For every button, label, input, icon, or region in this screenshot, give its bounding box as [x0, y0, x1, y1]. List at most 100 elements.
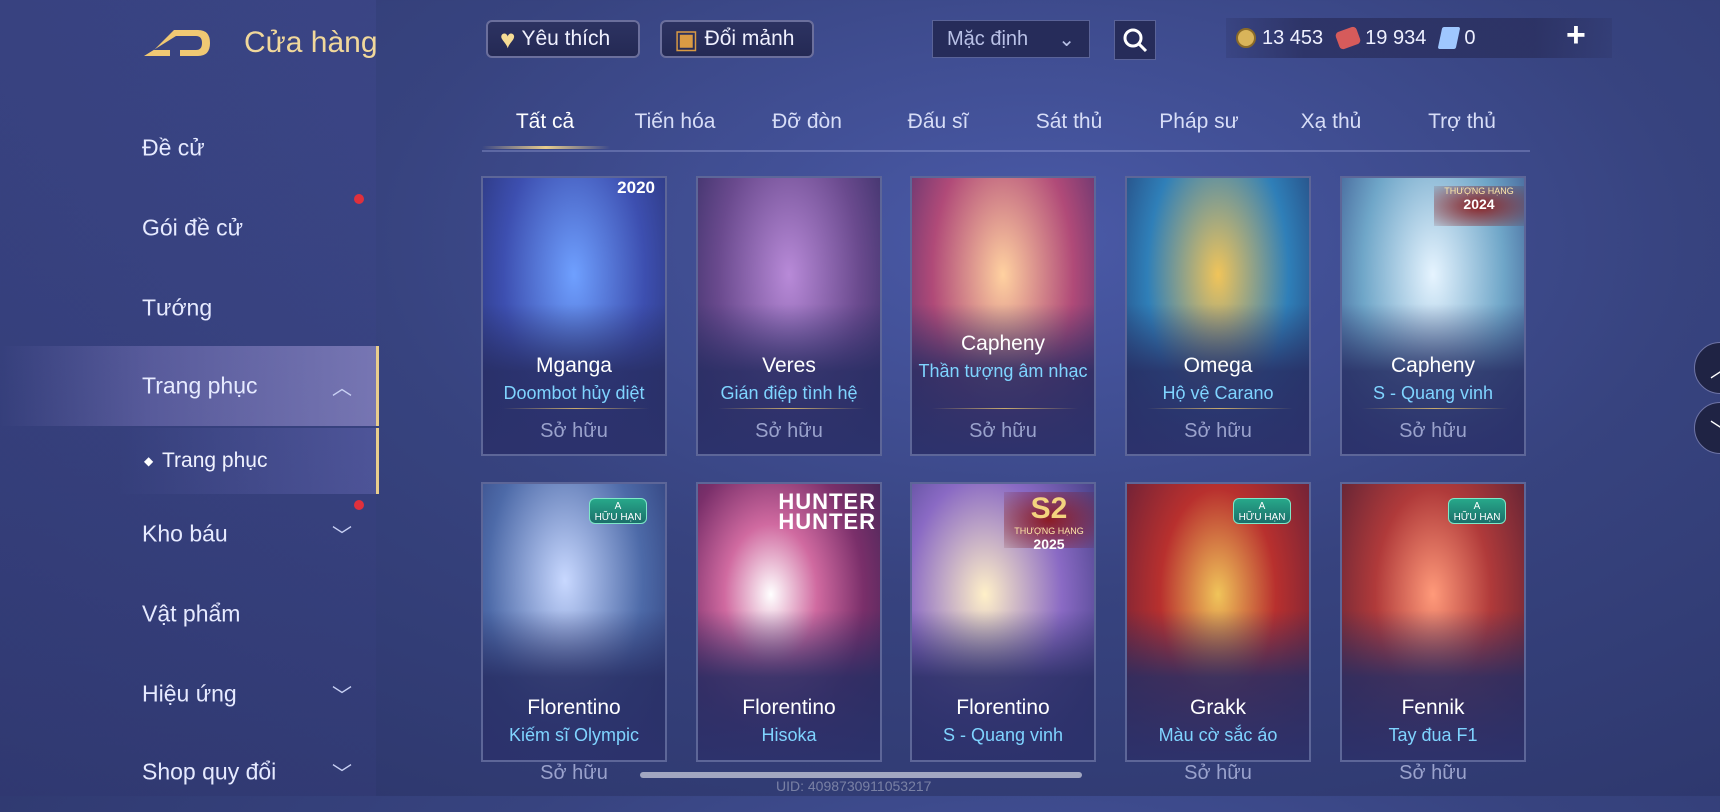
sidebar-item-trang-phuc[interactable]: Trang phục ︿ — [0, 346, 379, 426]
sidebar-item-vat-pham[interactable]: Vật phẩm — [0, 574, 376, 654]
skin-card[interactable]: Omega Hộ vệ Carano Sở hữu — [1125, 176, 1311, 456]
owned-status: Sở hữu — [1399, 420, 1467, 442]
hero-name: Grakk — [1189, 696, 1246, 719]
sidebar-item-hieu-ung[interactable]: Hiệu ứng ﹀ — [0, 654, 376, 734]
hero-name: Florentino — [527, 696, 621, 719]
sidebar-item-label: Vật phẩm — [142, 600, 241, 627]
hero-name: Florentino — [742, 696, 836, 719]
skin-card[interactable]: THƯỢNG HẠNG 2024 Capheny S - Quang vinh … — [1340, 176, 1526, 456]
tab-sat-thu[interactable]: Sát thủ — [1036, 110, 1103, 134]
badge-grade: A — [1473, 501, 1481, 512]
divider — [503, 408, 649, 409]
sort-dropdown[interactable]: Mặc định ⌄ — [932, 20, 1090, 58]
gold-value: 13 453 — [1262, 26, 1324, 49]
skin-card[interactable]: Veres Gián điệp tình hệ Sở hữu — [696, 176, 882, 456]
sort-value: Mặc định — [947, 27, 1029, 50]
sidebar-item-label: Trang phục — [142, 372, 258, 399]
season-badge-year: 2025 — [1033, 536, 1065, 552]
tab-do-don[interactable]: Đỡ đòn — [772, 110, 842, 134]
badge-grade: A — [1258, 501, 1266, 512]
tab-tro-thu[interactable]: Trợ thủ — [1428, 110, 1496, 134]
voucher-value: 19 934 — [1365, 26, 1427, 49]
skin-card[interactable]: 2020 Mganga Doombot hủy diệt Sở hữu — [481, 176, 667, 456]
skin-name: Gián điệp tình hệ — [720, 383, 858, 403]
skin-name: S - Quang vinh — [942, 725, 1064, 745]
skin-card[interactable]: A HỮU HẠN Florentino Kiếm sĩ Olympic — [481, 482, 667, 762]
hero-name: Capheny — [960, 332, 1046, 355]
skin-card[interactable]: S2 THƯỢNG HẠNG 2025 Florentino S - Quang… — [910, 482, 1096, 762]
sidebar-subitem-label: Trang phục — [162, 449, 268, 472]
sidebar-item-label: Gói đề cử — [142, 214, 244, 241]
sidebar-item-label: Shop quy đổi — [142, 758, 277, 785]
owned-status: Sở hữu — [1184, 420, 1252, 442]
rank-badge-text: THƯỢNG HẠNG — [1444, 186, 1514, 196]
sidebar-item-kho-bau[interactable]: Kho báu ﹀ — [0, 494, 376, 574]
sidebar-item-shop-quy-doi[interactable]: Shop quy đổi ﹀ — [0, 732, 376, 812]
divider — [1362, 408, 1508, 409]
active-tab-indicator — [482, 146, 610, 149]
chevron-down-icon: ﹀ — [332, 525, 352, 548]
scroll-up-button[interactable]: ︿ — [1694, 342, 1720, 394]
sidebar-item-de-cu[interactable]: Đề cử — [0, 108, 376, 188]
owned-status: Sở hữu — [1399, 762, 1467, 784]
owned-status: Sở hữu — [969, 420, 1037, 442]
skin-card[interactable]: A HỮU HẠN Grakk Màu cờ sắc áo — [1125, 482, 1311, 762]
limited-badge: A HỮU HẠN — [1233, 498, 1291, 524]
voucher-icon — [1334, 25, 1362, 51]
skin-name: Thần tượng âm nhạc — [918, 361, 1088, 381]
uid-text: UID: 4098730911053217 — [776, 778, 932, 794]
search-icon — [1123, 28, 1148, 53]
sidebar-item-label: Đề cử — [142, 134, 205, 161]
tab-dau-si[interactable]: Đấu sĩ — [908, 110, 969, 134]
skin-card[interactable]: A HỮU HẠN Fennik Tay đua F1 — [1340, 482, 1526, 762]
hero-name: Fennik — [1401, 696, 1465, 719]
chevron-up-icon: ︿ — [1710, 354, 1720, 383]
heart-icon: ♥ — [500, 23, 516, 54]
skin-name: Doombot hủy diệt — [503, 383, 645, 403]
chevron-down-icon: ﹀ — [332, 763, 352, 786]
chevron-down-icon: ﹀ — [1710, 414, 1720, 443]
skin-name: Kiếm sĩ Olympic — [508, 725, 640, 745]
hero-name: Capheny — [1390, 354, 1476, 377]
exchange-button[interactable]: ▣ Đổi mảnh — [660, 20, 814, 58]
chevron-up-icon: ︿ — [332, 377, 352, 400]
badge-limited-text: HỮU HẠN — [1453, 512, 1501, 523]
season-badge-label: S2 — [1030, 492, 1068, 525]
skin-card[interactable]: Capheny Thần tượng âm nhạc Sở hữu — [910, 176, 1096, 456]
chevron-down-icon: ⌄ — [1058, 28, 1075, 51]
category-tabs: Tất cả Tiến hóa Đỡ đòn Đấu sĩ Sát thủ Ph… — [482, 100, 1530, 152]
badge-grade: A — [614, 501, 622, 512]
tab-tat-ca[interactable]: Tất cả — [516, 110, 574, 134]
gold-currency: 13 453 — [1236, 27, 1323, 50]
chevron-down-icon: ﹀ — [332, 685, 352, 708]
sidebar-item-label: Tướng — [142, 294, 213, 321]
tab-tien-hoa[interactable]: Tiến hóa — [635, 110, 716, 134]
sidebar-item-label: Kho báu — [142, 520, 228, 547]
divider — [718, 408, 864, 409]
season-badge-rank: THƯỢNG HẠNG — [1014, 526, 1084, 536]
owned-status: Sở hữu — [540, 420, 608, 442]
limited-badge: A HỮU HẠN — [1448, 498, 1506, 524]
skin-card[interactable]: HUNTER HUNTER Florentino Hisoka — [696, 482, 882, 762]
notification-dot — [354, 500, 364, 510]
sidebar-subitem-trang-phuc[interactable]: ◆ Trang phục — [118, 428, 379, 494]
rank-badge: THƯỢNG HẠNG 2024 — [1434, 186, 1524, 226]
back-button[interactable] — [140, 22, 212, 66]
badge-limited-text: HỮU HẠN — [594, 512, 642, 523]
page-title: Cửa hàng — [244, 26, 378, 59]
scroll-down-button[interactable]: ﹀ — [1694, 402, 1720, 454]
favorite-button[interactable]: ♥ Yêu thích — [486, 20, 640, 58]
search-button[interactable] — [1114, 20, 1156, 60]
owned-status: Sở hữu — [1184, 762, 1252, 784]
hunter-logo: HUNTER HUNTER — [778, 491, 876, 533]
owned-status: Sở hữu — [755, 420, 823, 442]
notification-dot — [354, 194, 364, 204]
tab-xa-thu[interactable]: Xạ thủ — [1301, 110, 1362, 134]
exchange-label: Đổi mảnh — [704, 27, 795, 50]
sidebar-item-tuong[interactable]: Tướng — [0, 268, 376, 348]
season-badge: S2 THƯỢNG HẠNG 2025 — [1004, 492, 1094, 552]
badge-limited-text: HỮU HẠN — [1238, 512, 1286, 523]
add-currency-button[interactable]: + — [1566, 16, 1586, 55]
sidebar-item-goi-de-cu[interactable]: Gói đề cử — [0, 188, 376, 268]
tab-phap-su[interactable]: Pháp sư — [1159, 110, 1238, 134]
